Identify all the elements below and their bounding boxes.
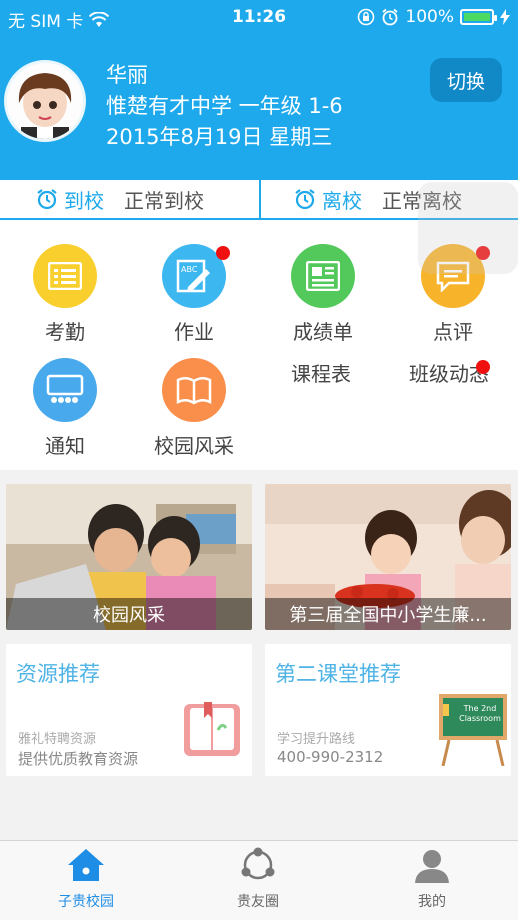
grid-item-notice[interactable]: 通知 <box>15 358 115 459</box>
arrive-value: 正常到校 <box>124 188 204 213</box>
status-bar: 无 SIM 卡 11:26 100% <box>0 0 518 34</box>
grid-label: 校园风采 <box>154 434 234 458</box>
rotation-lock-icon <box>358 8 375 26</box>
switch-button[interactable]: 切换 <box>430 58 502 102</box>
notification-dot <box>476 360 490 374</box>
home-icon <box>68 849 104 881</box>
card-subtitle: 雅礼特聘资源 <box>18 732 97 747</box>
image-caption: 校园风采 <box>6 598 252 630</box>
arrive-status[interactable]: 到校 正常到校 <box>36 180 204 218</box>
campus-photo-card[interactable]: 校园风采 <box>6 484 252 630</box>
tab-friends[interactable]: 贵友圈 <box>172 847 344 911</box>
grid-label: 考勤 <box>45 320 85 344</box>
assistive-touch-overlay[interactable] <box>418 182 518 274</box>
card-title: 第二课堂推荐 <box>275 662 401 686</box>
svg-text:ABC: ABC <box>181 265 198 274</box>
share-circle-icon <box>241 847 275 880</box>
tab-label: 我的 <box>418 894 446 910</box>
tab-campus[interactable]: 子贵校园 <box>0 847 172 911</box>
board-text-2: Classroom <box>459 714 501 723</box>
grid-label: 点评 <box>433 320 473 344</box>
avatar[interactable] <box>4 60 86 142</box>
board-text-1: The 2nd <box>463 704 497 713</box>
grid-item-campus[interactable]: 校园风采 <box>144 358 244 459</box>
alarm-clock-icon <box>37 189 57 210</box>
tab-label: 贵友圈 <box>237 894 279 910</box>
battery-icon <box>460 9 497 25</box>
grid-item-homework[interactable]: ABC 作业 <box>144 244 244 345</box>
alarm-clock-icon <box>295 189 315 210</box>
tab-me[interactable]: 我的 <box>346 847 518 911</box>
open-book-icon <box>184 702 240 756</box>
grid-label: 成绩单 <box>293 320 353 344</box>
second-class-recommend-card[interactable]: 第二课堂推荐 学习提升路线 400-990-2312 The 2nd Class… <box>265 644 511 776</box>
card-subtitle: 学习提升路线 <box>277 732 356 747</box>
alarm-icon <box>382 8 398 26</box>
bottom-tab-bar: 子贵校园 贵友圈 我的 <box>0 840 518 920</box>
list-icon <box>33 244 97 308</box>
battery-percent: 100% <box>405 7 454 27</box>
school-class: 惟楚有才中学 一年级 1-6 <box>106 94 343 118</box>
leave-label: 离校 <box>322 188 362 213</box>
arrive-label: 到校 <box>64 188 104 213</box>
tab-label: 子贵校园 <box>58 894 114 910</box>
notification-dot <box>216 246 230 260</box>
grid-item-attendance[interactable]: 考勤 <box>15 244 115 345</box>
grid-item-schedule[interactable]: 课程表 <box>291 358 351 387</box>
grid-label: 通知 <box>45 434 85 458</box>
card-phone: 400-990-2312 <box>277 748 384 766</box>
notice-icon <box>33 358 97 422</box>
profile-info: 华丽 惟楚有才中学 一年级 1-6 2015年8月19日 星期三 <box>106 60 343 153</box>
student-name: 华丽 <box>106 63 148 87</box>
attendance-divider <box>259 180 261 218</box>
avatar-image <box>7 63 83 139</box>
image-caption: 第三届全国中小学生廉... <box>265 598 511 630</box>
resource-recommend-card[interactable]: 资源推荐 雅礼特聘资源 提供优质教育资源 <box>6 644 252 776</box>
grid-item-report[interactable]: 成绩单 <box>273 244 373 345</box>
card-description: 提供优质教育资源 <box>18 750 139 768</box>
newspaper-icon <box>291 244 355 308</box>
user-icon <box>415 850 449 883</box>
current-date: 2015年8月19日 星期三 <box>106 125 333 149</box>
grid-label: 作业 <box>174 320 214 344</box>
profile-header: 无 SIM 卡 11:26 100% 华丽 惟楚有才中学 一年级 1-6 201… <box>0 0 518 180</box>
card-title: 资源推荐 <box>16 662 100 686</box>
chalkboard-icon: The 2nd Classroom <box>435 694 511 766</box>
news-photo-card[interactable]: 第三届全国中小学生廉... <box>265 484 511 630</box>
charging-icon <box>500 9 510 25</box>
book-icon <box>162 358 226 422</box>
